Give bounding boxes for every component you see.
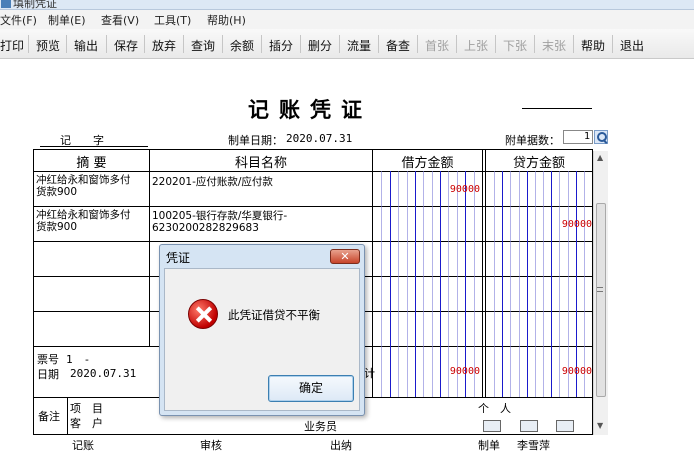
image-icon[interactable] [520,420,538,432]
row-1-account[interactable]: 220201-应付账款/应付款 [152,176,370,188]
row-1-debit[interactable]: 90000 [400,184,480,195]
salesperson-label[interactable]: 业务员 [304,418,337,434]
total-debit: 90000 [449,366,480,377]
header-summary: 摘 要 [76,156,107,171]
grip-icon [597,287,603,292]
footer-date-label: 日期 [37,368,59,381]
error-dialog: 凭证 ✕ 此凭证借贷不平衡 确定 [159,244,365,416]
card-icon[interactable] [483,420,501,432]
row-2-summary[interactable]: 冲红给永和窗饰多付 货款900 [36,209,148,233]
dialog-message: 此凭证借贷不平衡 [228,308,320,322]
header-account: 科目名称 [234,156,287,171]
project-label[interactable]: 项 目 [70,400,103,416]
total-credit: 90000 [561,366,592,377]
dialog-title: 凭证 [166,251,191,265]
close-button[interactable]: ✕ [330,249,360,264]
row-2-credit[interactable]: 90000 [510,219,592,230]
cashier-label: 出纳 [330,439,352,452]
maker-name: 李雪萍 [517,439,550,452]
scroll-thumb[interactable] [596,203,606,397]
auditor-label: 审核 [200,439,222,452]
bookkeeper-label: 记账 [72,439,94,452]
total-label: 计 [364,367,375,380]
row-2-account[interactable]: 100205-银行存款/华夏银行- 6230200282829683 [152,210,370,234]
error-icon [188,299,218,329]
row-1-summary[interactable]: 冲红给永和窗饰多付 货款900 [36,174,148,198]
ticket-no[interactable]: 1 - [66,351,90,367]
scan-icon[interactable] [556,420,574,432]
header-debit: 借方金额 [401,156,454,171]
person-label[interactable]: 个 人 [478,400,511,416]
dialog-body: 此凭证借贷不平衡 确定 [164,268,360,411]
customer-label[interactable]: 客 户 [70,415,103,431]
ok-button[interactable]: 确定 [268,375,354,402]
scroll-down-icon[interactable]: ▼ [597,421,603,430]
vertical-scrollbar[interactable]: ▲ ▼ [593,151,608,435]
maker-label: 制单 [478,439,500,452]
ticket-no-label: 票号 [37,353,59,366]
footer-date[interactable]: 2020.07.31 [70,367,136,380]
scroll-up-icon[interactable]: ▲ [597,153,603,162]
remark-label: 备注 [38,410,60,423]
header-credit: 贷方金额 [512,156,565,171]
